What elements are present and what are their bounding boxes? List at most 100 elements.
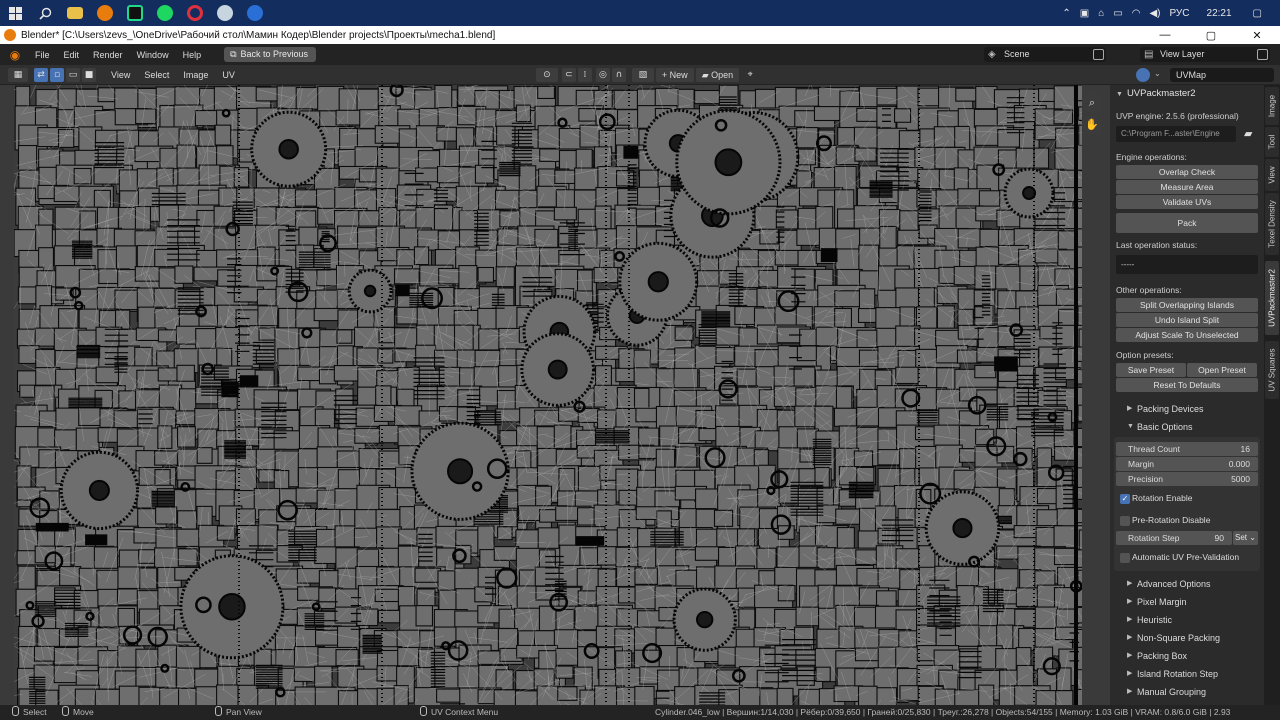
panel-header[interactable]: ▼ UVPackmaster2 xyxy=(1116,88,1196,99)
windows-icon[interactable] xyxy=(0,0,30,26)
set-rotation-dropdown[interactable]: Set ⌄ xyxy=(1233,531,1258,545)
scene-selector[interactable]: ◈ Scene xyxy=(984,47,1106,62)
menu-window[interactable]: Window xyxy=(130,50,176,60)
adjust-scale-button[interactable]: Adjust Scale To Unselected xyxy=(1116,328,1258,342)
new-view-layer-icon[interactable] xyxy=(1257,49,1268,60)
pre-rotation-disable-checkbox[interactable] xyxy=(1120,516,1130,526)
snap-icon[interactable]: ⊂ xyxy=(561,67,576,82)
thread-count-field[interactable]: Thread Count 16 xyxy=(1116,442,1258,456)
search-icon[interactable] xyxy=(30,0,60,26)
menu-uv[interactable]: UV xyxy=(215,70,242,80)
margin-field[interactable]: Margin 0.000 xyxy=(1116,457,1258,471)
app-icon[interactable] xyxy=(240,0,270,26)
proportional-edit-icon[interactable]: ◎ xyxy=(595,67,610,82)
new-image-button[interactable]: + New xyxy=(655,67,694,82)
falloff-icon[interactable]: ∩ xyxy=(611,67,626,82)
validate-uvs-button[interactable]: Validate UVs xyxy=(1116,195,1258,209)
section-heuristic[interactable]: ▶ Heuristic xyxy=(1110,612,1264,628)
zoom-icon[interactable]: ⌕ xyxy=(1082,93,1102,113)
action-center-icon[interactable]: ▢ xyxy=(1253,8,1262,19)
vertex-select-icon[interactable]: ▫ xyxy=(50,67,64,82)
uv-layout-canvas[interactable] xyxy=(14,85,1082,705)
minimize-button[interactable]: — xyxy=(1142,26,1188,44)
uvmap-name-field[interactable]: UVMap xyxy=(1170,68,1274,82)
volume-icon[interactable]: ◀) xyxy=(1149,8,1160,19)
engine-path-field[interactable]: C:\Program F...aster\Engine xyxy=(1116,126,1236,142)
tab-uvpackmaster2[interactable]: UVPackmaster2 xyxy=(1265,261,1279,335)
precision-field[interactable]: Precision 5000 xyxy=(1116,472,1258,486)
tab-texel-density[interactable]: Texel Density xyxy=(1265,193,1279,255)
steam-icon[interactable] xyxy=(210,0,240,26)
uv-data-icon[interactable] xyxy=(1136,68,1150,82)
blender-menu-icon[interactable]: ◉ xyxy=(8,48,22,62)
rotation-step-field[interactable]: Rotation Step 90 xyxy=(1116,531,1232,545)
uvpackmaster-panel: ▼ UVPackmaster2 UVP engine: 2.5.6 (profes… xyxy=(1110,85,1264,705)
section-non-square-packing[interactable]: ▶ Non-Square Packing xyxy=(1110,630,1264,646)
uv-viewport[interactable]: ⌕ ✋ xyxy=(0,85,1110,705)
blender-app-icon[interactable] xyxy=(90,0,120,26)
spotify-icon[interactable] xyxy=(150,0,180,26)
menu-render[interactable]: Render xyxy=(86,50,130,60)
tab-uv-squares[interactable]: UV Squares xyxy=(1265,341,1279,399)
menu-file[interactable]: File xyxy=(28,50,57,60)
blender-logo-icon xyxy=(4,29,16,41)
view-layer-selector[interactable]: ▤ View Layer xyxy=(1140,47,1270,62)
section-advanced-options[interactable]: ▶ Advanced Options xyxy=(1110,576,1264,592)
rotation-enable-checkbox[interactable]: ✓ xyxy=(1120,494,1130,504)
expand-arrow-icon: ▶ xyxy=(1127,670,1133,677)
screen: ⌃ ▣ ⌂ ▭ ◠ ◀) РУС 22:21 ▢ Blender* [C:\Us… xyxy=(0,0,1280,720)
section-pixel-margin[interactable]: ▶ Pixel Margin xyxy=(1110,594,1264,610)
auto-prevalidation-checkbox[interactable] xyxy=(1120,553,1130,563)
pan-hand-icon[interactable]: ✋ xyxy=(1082,115,1102,135)
image-browse-icon[interactable]: ▧ xyxy=(631,67,654,82)
overlap-check-button[interactable]: Overlap Check xyxy=(1116,165,1258,179)
notification-icon[interactable]: ▣ xyxy=(1080,8,1089,19)
section-packing-box[interactable]: ▶ Packing Box xyxy=(1110,648,1264,664)
new-scene-icon[interactable] xyxy=(1093,49,1104,60)
battery-icon[interactable]: ▭ xyxy=(1113,8,1122,19)
tab-view[interactable]: View xyxy=(1265,159,1279,191)
menu-view[interactable]: View xyxy=(104,70,137,80)
clock[interactable]: 22:21 xyxy=(1207,8,1232,19)
tab-image[interactable]: Image xyxy=(1265,87,1279,125)
opera-icon[interactable] xyxy=(180,0,210,26)
face-select-icon[interactable]: ■ xyxy=(82,67,96,82)
menu-image[interactable]: Image xyxy=(176,70,215,80)
section-island-rotation-step[interactable]: ▶ Island Rotation Step xyxy=(1110,666,1264,682)
measure-area-button[interactable]: Measure Area xyxy=(1116,180,1258,194)
undo-island-split-button[interactable]: Undo Island Split xyxy=(1116,313,1258,327)
menu-edit[interactable]: Edit xyxy=(57,50,87,60)
maximize-button[interactable]: ▢ xyxy=(1188,26,1234,44)
chevron-down-icon[interactable]: ⌄ xyxy=(1154,69,1161,78)
folder-browse-icon[interactable]: ▰ xyxy=(1244,127,1258,140)
snap-target-icon[interactable]: ⁞ xyxy=(577,67,592,82)
save-preset-button[interactable]: Save Preset xyxy=(1116,363,1186,377)
tab-tool[interactable]: Tool xyxy=(1265,127,1279,157)
menu-help[interactable]: Help xyxy=(176,50,209,60)
back-to-previous-button[interactable]: ⧉ Back to Previous xyxy=(224,47,317,62)
open-image-button[interactable]: ▰ Open xyxy=(695,67,740,82)
pivot-icon[interactable]: ⊙ xyxy=(535,67,558,82)
section-label: Heuristic xyxy=(1137,615,1173,625)
basic-options-section[interactable]: ▼ Basic Options xyxy=(1110,419,1264,435)
section-label: Manual Grouping xyxy=(1137,687,1207,697)
network-icon[interactable]: ⌂ xyxy=(1098,8,1104,19)
open-preset-button[interactable]: Open Preset xyxy=(1187,363,1257,377)
section-manual-grouping[interactable]: ▶ Manual Grouping xyxy=(1110,684,1264,700)
packing-devices-section[interactable]: ▶ Packing Devices xyxy=(1110,401,1264,417)
split-overlapping-button[interactable]: Split Overlapping Islands xyxy=(1116,298,1258,312)
chevron-up-icon[interactable]: ⌃ xyxy=(1062,8,1070,19)
wifi-icon[interactable]: ◠ xyxy=(1132,8,1141,19)
pin-icon[interactable]: ⌖ xyxy=(743,68,757,82)
mouse-drag-icon xyxy=(62,706,69,716)
close-button[interactable]: ✕ xyxy=(1234,26,1280,44)
file-explorer-icon[interactable] xyxy=(60,0,90,26)
pack-button[interactable]: Pack xyxy=(1116,213,1258,233)
reset-defaults-button[interactable]: Reset To Defaults xyxy=(1116,378,1258,392)
menu-select[interactable]: Select xyxy=(137,70,176,80)
editor-type-icon[interactable]: ▦ xyxy=(8,67,28,82)
pycharm-icon[interactable] xyxy=(120,0,150,26)
language-indicator[interactable]: РУС xyxy=(1169,8,1189,19)
sync-selection-icon[interactable]: ⇄ xyxy=(34,67,48,82)
edge-select-icon[interactable]: ▭ xyxy=(66,67,80,82)
